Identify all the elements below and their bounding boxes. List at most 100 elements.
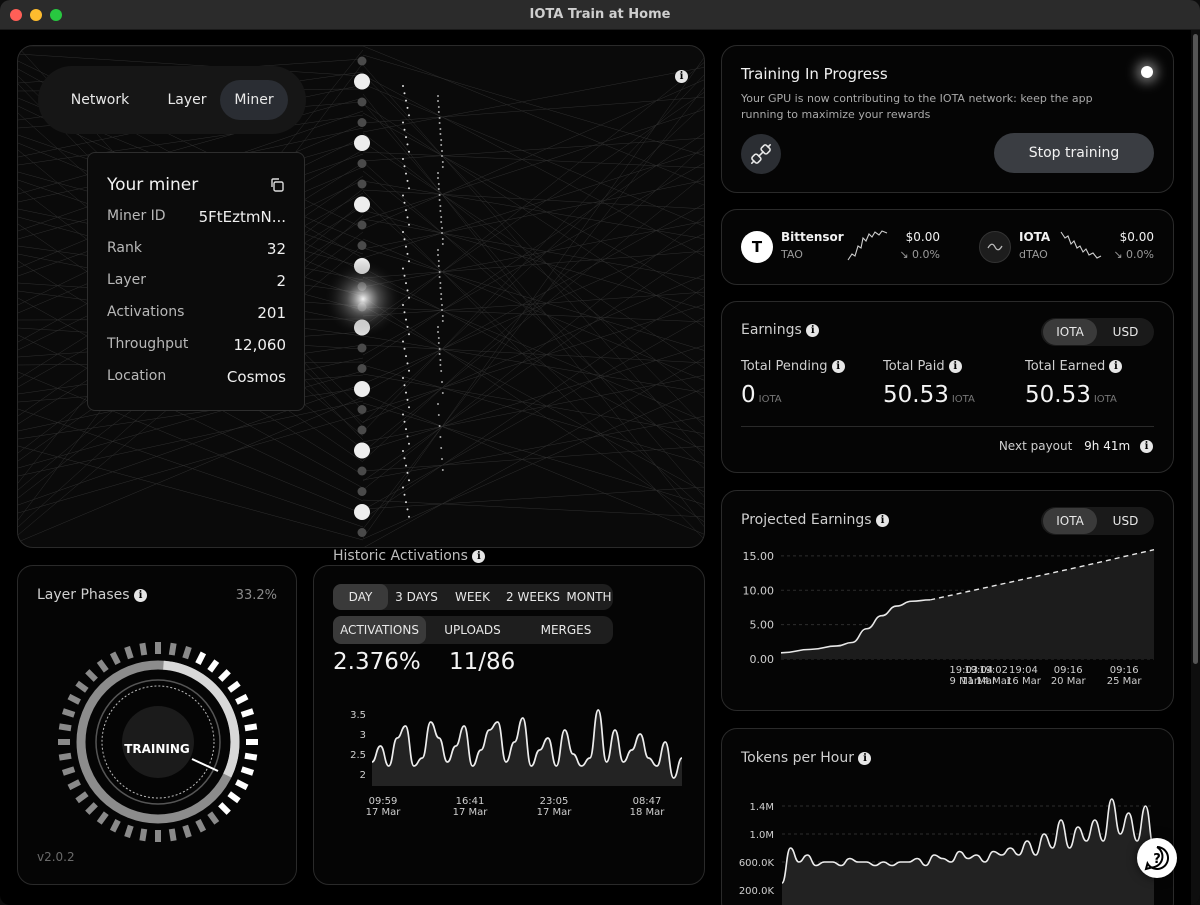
activation-dot xyxy=(402,450,404,452)
range-day[interactable]: DAY xyxy=(333,584,388,610)
range-2-weeks[interactable]: 2 WEEKS xyxy=(500,584,566,610)
activation-dot xyxy=(441,320,444,322)
tokens-area xyxy=(782,799,1154,905)
earnings-info-icon[interactable]: i xyxy=(806,323,820,337)
visualization-info-icon[interactable]: i xyxy=(675,66,688,85)
phase-tick xyxy=(85,669,98,682)
historic-info-icon[interactable]: i xyxy=(472,549,486,563)
layer-node[interactable] xyxy=(354,442,370,459)
view-tabs: Network Layer Miner xyxy=(38,66,306,134)
activation-dot xyxy=(440,139,443,141)
layer-node[interactable] xyxy=(357,118,367,127)
help-chat-button[interactable]: ? xyxy=(1137,838,1177,878)
activation-dot xyxy=(402,340,404,343)
activation-dot xyxy=(406,143,409,146)
phase-tick xyxy=(109,651,121,665)
scrollbar-thumb[interactable] xyxy=(1193,34,1198,664)
stop-training-button[interactable]: Stop training xyxy=(994,133,1154,173)
layer-node[interactable] xyxy=(357,179,367,189)
projected-earnings-chart[interactable]: 15.0010.005.000.0019:039 Mar19:0411 Mar1… xyxy=(722,491,1174,711)
range-month[interactable]: MONTH xyxy=(565,584,613,610)
activation-dot xyxy=(403,92,406,95)
earnings-currency-toggle: IOTA USD xyxy=(1041,318,1154,346)
activation-dot xyxy=(405,172,407,175)
activation-dot xyxy=(441,155,443,157)
earnings-stat-info-icon[interactable]: i xyxy=(831,360,845,373)
metric-merges[interactable]: MERGES xyxy=(519,616,613,644)
svg-text:?: ? xyxy=(1153,852,1161,867)
activation-dot xyxy=(438,425,441,427)
layer-node[interactable] xyxy=(354,135,370,151)
layer-node[interactable] xyxy=(354,196,370,213)
miner-row-label: Miner ID xyxy=(107,208,166,224)
layer-node[interactable] xyxy=(357,364,367,373)
layer-node[interactable] xyxy=(357,343,367,353)
activation-dot xyxy=(408,296,410,299)
scrollbar-track[interactable] xyxy=(1191,30,1200,905)
metric-uploads[interactable]: UPLOADS xyxy=(426,616,519,644)
range-3-days[interactable]: 3 DAYS xyxy=(388,584,445,610)
activation-dot xyxy=(408,479,410,482)
layer-node[interactable] xyxy=(357,405,367,414)
activation-dot xyxy=(437,331,439,333)
tokens-per-hour-chart[interactable]: 1.4M 1.0M 600.0K 200.0K xyxy=(722,729,1174,905)
activation-dot xyxy=(402,194,404,197)
range-week[interactable]: WEEK xyxy=(445,584,500,610)
activation-dot xyxy=(403,201,406,204)
tab-miner[interactable]: Miner xyxy=(220,80,288,120)
connection-line xyxy=(362,402,704,505)
activation-dot xyxy=(437,106,440,108)
layer-node[interactable] xyxy=(357,56,367,66)
earnings-stat-value: 50.53 xyxy=(883,382,949,408)
activation-dot xyxy=(437,337,440,339)
earnings-stat-label: Total Pending xyxy=(741,359,828,374)
earnings-toggle-iota[interactable]: IOTA xyxy=(1043,319,1097,345)
earnings-toggle-usd[interactable]: USD xyxy=(1099,319,1152,345)
activation-dot xyxy=(402,231,404,233)
miner-row-value: 2 xyxy=(276,272,286,290)
copy-icon[interactable] xyxy=(269,177,285,193)
connection-line xyxy=(362,189,704,210)
layer-phases-info-icon[interactable]: i xyxy=(134,588,148,602)
miner-row-value: 32 xyxy=(266,240,286,258)
ticker-name-iota: IOTA xyxy=(1019,230,1051,244)
tab-network[interactable]: Network xyxy=(54,80,146,120)
miner-row-value: Cosmos xyxy=(226,368,286,386)
phase-tick xyxy=(58,752,72,761)
activation-dot xyxy=(408,223,410,226)
activation-dot xyxy=(402,377,404,379)
activation-dot xyxy=(438,199,441,201)
layer-node[interactable] xyxy=(354,504,370,520)
layer-node[interactable] xyxy=(357,487,367,496)
earnings-stat-info-icon[interactable]: i xyxy=(1109,360,1123,373)
earnings-stat-info-icon[interactable]: i xyxy=(948,360,962,373)
layer-node[interactable] xyxy=(357,466,367,476)
projected-area xyxy=(781,549,1154,659)
miner-row-label: Layer xyxy=(107,272,147,288)
phase-tick xyxy=(235,693,249,705)
historic-activations-chart[interactable]: 3.532.5209:5917 Mar16:4117 Mar23:0517 Ma… xyxy=(314,686,705,885)
layer-node[interactable] xyxy=(357,241,367,250)
metric-activations[interactable]: ACTIVATIONS xyxy=(333,616,426,644)
layer-node[interactable] xyxy=(354,381,370,397)
earnings-stat-label: Total Paid xyxy=(883,359,945,374)
layer-node[interactable] xyxy=(354,73,370,90)
connection-button[interactable] xyxy=(741,134,781,174)
layer-node[interactable] xyxy=(357,220,367,230)
help-icon: ? xyxy=(1144,845,1169,871)
activation-dot xyxy=(439,282,442,284)
phase-tick xyxy=(109,819,121,833)
layer-node[interactable] xyxy=(357,425,367,435)
tab-layer[interactable]: Layer xyxy=(152,80,222,120)
next-payout-info-icon[interactable]: i xyxy=(1140,440,1153,453)
activation-dot xyxy=(406,289,409,292)
layer-node[interactable] xyxy=(357,159,367,168)
layer-node[interactable] xyxy=(357,97,367,107)
next-payout-value: 9h 41m xyxy=(1084,439,1131,453)
layer-node[interactable] xyxy=(357,528,367,537)
historic-activations-card: DAY 3 DAYS WEEK 2 WEEKS MONTH ACTIVATION… xyxy=(313,565,705,885)
activation-dot xyxy=(405,99,407,102)
activation-dot xyxy=(406,179,409,182)
network-visualization[interactable]: Network Layer Miner i Your miner Miner I… xyxy=(17,45,705,548)
earnings-stat: Total Earned i 50.53 IOTA xyxy=(1025,359,1160,408)
